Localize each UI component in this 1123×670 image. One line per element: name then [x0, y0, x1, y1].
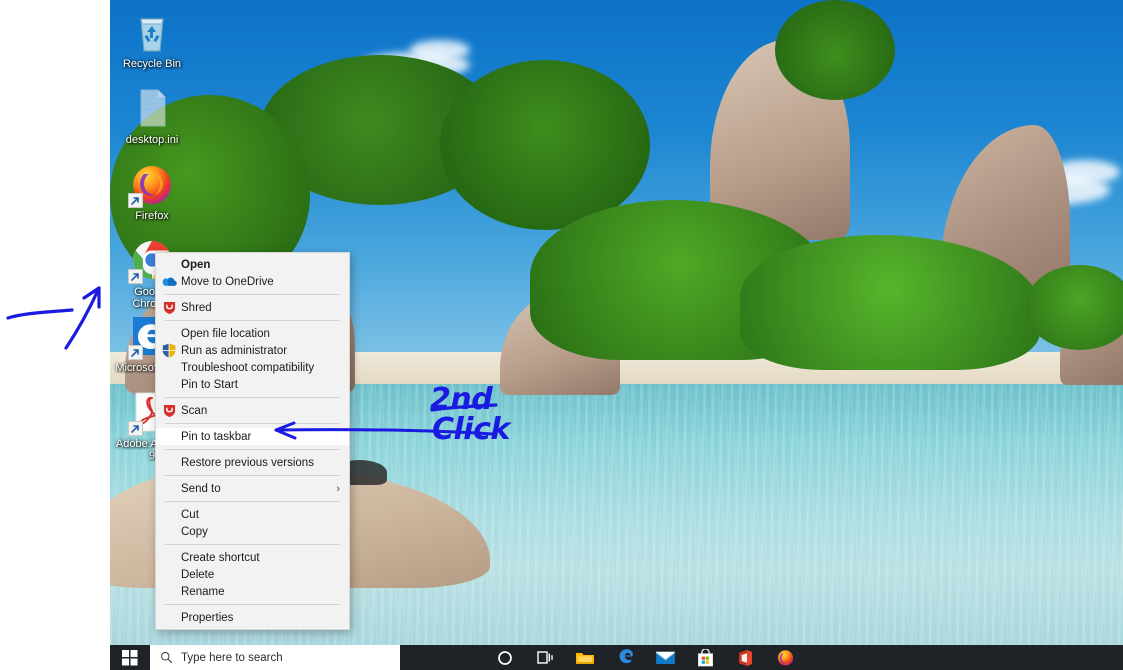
taskbar[interactable]: Type here to search [110, 645, 1123, 670]
taskbar-item-edge[interactable] [605, 645, 645, 670]
annotation-pane [0, 0, 110, 670]
cloud [410, 40, 470, 60]
ini-file-icon [128, 84, 176, 132]
context-menu-separator [165, 544, 340, 545]
taskbar-item-microsoft-store[interactable] [685, 645, 725, 670]
taskbar-item-file-explorer[interactable] [565, 645, 605, 670]
context-menu-separator [165, 604, 340, 605]
cortana-icon [498, 650, 512, 665]
onedrive-icon [161, 274, 177, 290]
shred-icon [161, 403, 177, 419]
context-menu-separator [165, 501, 340, 502]
context-menu-item-label: Shred [181, 301, 212, 314]
context-menu-item-rename[interactable]: Rename [156, 583, 349, 600]
taskbar-item-office[interactable] [725, 645, 765, 670]
start-button[interactable] [110, 645, 150, 670]
context-menu-item-label: Run as administrator [181, 344, 288, 357]
shortcut-overlay-icon [128, 269, 143, 284]
recycle-bin-icon [128, 8, 176, 56]
search-placeholder: Type here to search [181, 651, 283, 664]
context-menu-item-restore-previous-versions[interactable]: Restore previous versions [156, 454, 349, 471]
context-menu-item-label: Restore previous versions [181, 456, 314, 469]
context-menu-item-label: Delete [181, 568, 215, 581]
context-menu-item-delete[interactable]: Delete [156, 566, 349, 583]
taskbar-item-mail[interactable] [645, 645, 685, 670]
context-menu-item-label: Troubleshoot compatibility [181, 361, 315, 374]
context-menu-item-move-to-onedrive[interactable]: Move to OneDrive [156, 273, 349, 290]
context-menu-item-label: Open file location [181, 327, 270, 340]
context-menu-separator [165, 397, 340, 398]
context-menu-item-properties[interactable]: Properties [156, 609, 349, 626]
context-menu-item-label: Cut [181, 508, 199, 521]
context-menu-item-scan[interactable]: Scan [156, 402, 349, 419]
desktop-icon-desktop-ini[interactable]: desktop.ini [115, 84, 189, 146]
office-icon [739, 649, 752, 666]
context-menu-item-open-file-location[interactable]: Open file location [156, 325, 349, 342]
taskbar-item-task-view[interactable] [525, 645, 565, 670]
taskbar-search-box[interactable]: Type here to search [150, 645, 400, 670]
context-menu-separator [165, 320, 340, 321]
taskbar-item-firefox[interactable] [765, 645, 805, 670]
context-menu-separator [165, 294, 340, 295]
mail-icon [655, 651, 675, 665]
desktop-icon-recycle-bin[interactable]: Recycle Bin [115, 8, 189, 70]
context-menu-item-troubleshoot-compatibility[interactable]: Troubleshoot compatibility [156, 359, 349, 376]
context-menu-item-cut[interactable]: Cut [156, 506, 349, 523]
task-view-icon [536, 651, 553, 664]
screen: Recycle Bin desktop.ini Firefox Google C… [0, 0, 1123, 670]
file-explorer-icon [576, 652, 594, 664]
context-menu-separator [165, 475, 340, 476]
shred-icon [161, 300, 177, 316]
uac-shield-icon [161, 343, 177, 359]
context-menu-item-label: Pin to taskbar [181, 430, 252, 443]
desktop-icon-label: Recycle Bin [122, 58, 182, 70]
store-icon [697, 648, 713, 666]
context-menu-item-open[interactable]: Open [156, 256, 349, 273]
taskbar-item-cortana[interactable] [485, 645, 525, 670]
context-menu-item-label: Open [181, 258, 211, 271]
onedrive-icon [162, 277, 177, 286]
context-menu-item-send-to[interactable]: Send to › [156, 480, 349, 497]
shortcut-overlay-icon [128, 193, 143, 208]
context-menu-item-shred[interactable]: Shred [156, 299, 349, 316]
shortcut-overlay-icon [128, 345, 143, 360]
shred-icon [163, 404, 175, 417]
context-menu[interactable]: Open Move to OneDrive Shred Open file locat… [155, 252, 350, 630]
firefox-icon [128, 160, 176, 208]
annotation-second-click-label: Click [432, 412, 510, 447]
context-menu-item-label: Copy [181, 525, 208, 538]
context-menu-item-create-shortcut[interactable]: Create shortcut [156, 549, 349, 566]
context-menu-separator [165, 449, 340, 450]
wallpaper-foliage [775, 0, 895, 100]
context-menu-item-label: Pin to Start [181, 378, 238, 391]
context-menu-item-label: Create shortcut [181, 551, 260, 564]
desktop-icon-label: Firefox [135, 210, 169, 222]
context-menu-item-run-as-administrator[interactable]: Run as administrator [156, 342, 349, 359]
desktop-icon-label: desktop.ini [125, 134, 179, 146]
chevron-right-icon: › [336, 482, 340, 495]
wallpaper-foliage [440, 60, 650, 230]
context-menu-item-label: Properties [181, 611, 234, 624]
context-menu-item-pin-to-taskbar[interactable]: Pin to taskbar [156, 428, 349, 445]
context-menu-separator [165, 423, 340, 424]
context-menu-item-label: Scan [181, 404, 208, 417]
shred-icon [163, 301, 175, 314]
taskbar-pinned-icons [485, 645, 805, 670]
context-menu-item-label: Rename [181, 585, 225, 598]
shortcut-overlay-icon [128, 421, 143, 436]
context-menu-item-copy[interactable]: Copy [156, 523, 349, 540]
context-menu-item-pin-to-start[interactable]: Pin to Start [156, 376, 349, 393]
search-icon [161, 652, 173, 664]
desktop-icon-firefox[interactable]: Firefox [115, 160, 189, 222]
edge-icon [619, 649, 633, 664]
uac-shield-icon [162, 343, 176, 358]
context-menu-item-label: Move to OneDrive [181, 275, 274, 288]
firefox-icon [777, 650, 793, 666]
windows-start-icon [122, 649, 138, 665]
context-menu-item-label: Send to [181, 482, 221, 495]
